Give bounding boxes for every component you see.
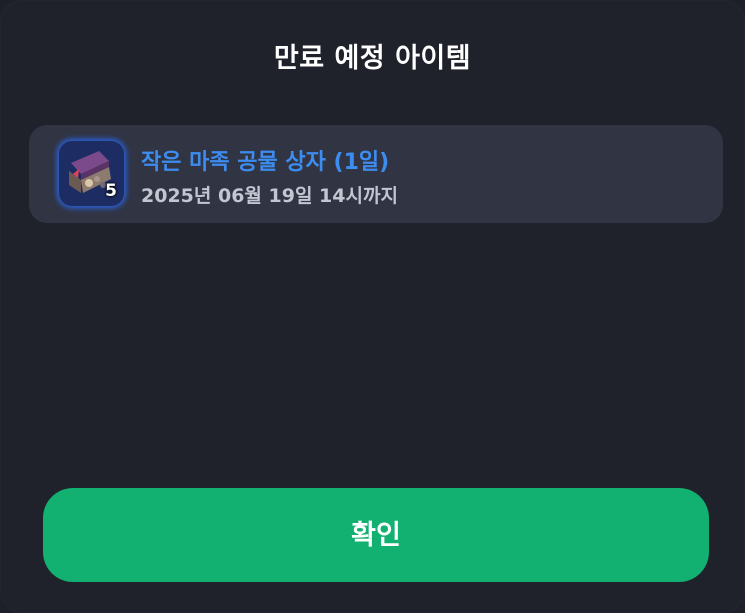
item-expiry-date: 2025년 06월 19일 14시까지 (141, 185, 398, 207)
dialog-title: 만료 예정 아이템 (273, 43, 472, 74)
expiring-items-dialog: 만료 예정 아이템 5 작은 마족 공물 상자 (1일) 2025년 06월 1… (0, 0, 745, 613)
item-name: 작은 마족 공물 상자 (1일) (141, 150, 390, 175)
confirm-button[interactable]: 확인 (43, 488, 709, 582)
demon-tribute-chest-icon: 5 (59, 141, 124, 206)
list-item[interactable]: 5 작은 마족 공물 상자 (1일) 2025년 06월 19일 14시까지 (29, 125, 723, 223)
item-count-badge: 5 (105, 181, 117, 201)
